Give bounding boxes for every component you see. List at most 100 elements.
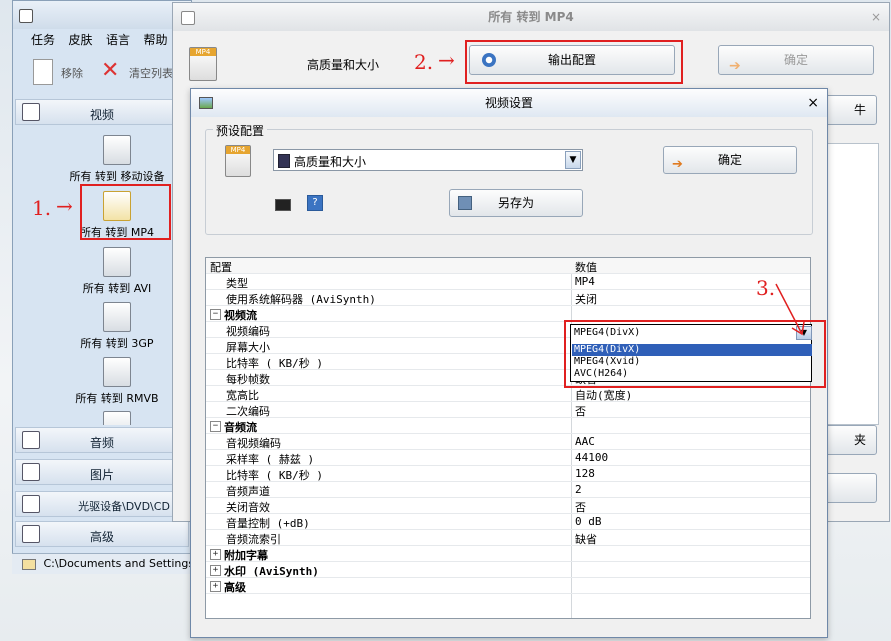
collapse-icon[interactable]: −: [210, 421, 221, 432]
grid-row[interactable]: − 音频流: [206, 418, 810, 434]
menu-bar: 任务 皮肤 语言 帮助: [13, 31, 191, 51]
avi-icon: [103, 247, 131, 277]
grid-row-name: 比特率 ( KB/秒 ): [226, 357, 323, 370]
preset-mp4-icon: MP4: [225, 145, 251, 177]
preset-select[interactable]: 高质量和大小 ▼: [273, 149, 583, 171]
annotation-box-1: [80, 184, 171, 240]
grid-row[interactable]: + 附加字幕: [206, 546, 810, 562]
annotation-2: 2.: [414, 50, 434, 74]
clear-label: 清空列表: [129, 67, 173, 80]
grid-row-name: 关闭音效: [226, 501, 270, 514]
grid-row-name: 比特率 ( KB/秒 ): [226, 469, 323, 482]
expand-icon[interactable]: +: [210, 565, 221, 576]
grid-row-name: 类型: [226, 277, 248, 290]
status-path: C:\Documents and Settings\My: [43, 557, 191, 570]
item-3gp[interactable]: 所有 转到 3GP: [43, 302, 191, 351]
main-title-bar: [13, 1, 191, 29]
mp4-badge: MP4: [190, 48, 216, 56]
expand-icon[interactable]: +: [210, 581, 221, 592]
app-icon: [19, 9, 33, 23]
save-as-label: 另存为: [497, 196, 534, 210]
video-dialog-title-bar: 视频设置 ×: [191, 89, 827, 117]
mobile-icon: [103, 135, 131, 165]
video-dialog-title: 视频设置: [484, 96, 533, 110]
collapse-icon[interactable]: −: [210, 309, 221, 320]
grid-row[interactable]: 采样率 ( 赫兹 ) 44100: [206, 450, 810, 466]
header-name: 配置: [210, 261, 232, 274]
annotation-arrow-2: →: [438, 48, 455, 72]
grid-row-value[interactable]: 0 dB: [575, 515, 602, 528]
config-title-bar: 所有 转到 MP4 ×: [173, 3, 889, 31]
grid-row[interactable]: 类型 MP4: [206, 274, 810, 290]
grid-row-name: 宽高比: [226, 389, 259, 402]
config-ok-button[interactable]: ➔ 确定: [718, 45, 874, 75]
help-icon[interactable]: ?: [307, 195, 323, 211]
dialog-ok-button[interactable]: ➔ 确定: [663, 146, 797, 174]
config-preset-name: 高质量和大小: [307, 58, 380, 72]
grid-row[interactable]: 音频流索引 缺省: [206, 530, 810, 546]
item-gif[interactable]: [43, 411, 191, 425]
grid-row[interactable]: 音视频编码 AAC: [206, 434, 810, 450]
grid-row-name: 高级: [224, 581, 246, 594]
grid-row-value[interactable]: 否: [575, 499, 586, 515]
grid-row-value[interactable]: 关闭: [575, 291, 597, 307]
grid-row[interactable]: 比特率 ( KB/秒 ) 128: [206, 466, 810, 482]
close-icon[interactable]: ×: [871, 3, 881, 31]
chevron-down-icon[interactable]: ▼: [565, 151, 581, 169]
remove-button[interactable]: 移除: [33, 59, 93, 87]
menu-skin[interactable]: 皮肤: [69, 31, 93, 48]
grid-header: 配置 数值: [206, 258, 810, 274]
config-ok-label: 确定: [783, 53, 808, 67]
annotation-box-3: [564, 320, 826, 388]
preset-select-value: 高质量和大小: [294, 155, 367, 169]
grid-row-value[interactable]: 128: [575, 467, 595, 480]
grid-row-value[interactable]: 44100: [575, 451, 608, 464]
3gp-icon: [103, 302, 131, 332]
grid-row[interactable]: 音量控制 (+dB) 0 dB: [206, 514, 810, 530]
grid-row[interactable]: 宽高比 自动(宽度): [206, 386, 810, 402]
grid-row-name: 视频编码: [226, 325, 270, 338]
side-text-1: 牛: [853, 103, 866, 117]
nav-video[interactable]: 视频: [15, 99, 189, 125]
menu-help[interactable]: 帮助: [144, 31, 168, 48]
grid-row-value[interactable]: 否: [575, 403, 586, 419]
grid-row[interactable]: 关闭音效 否: [206, 498, 810, 514]
grid-row-value[interactable]: 缺省: [575, 531, 597, 547]
item-mobile[interactable]: 所有 转到 移动设备: [43, 135, 191, 184]
grid-row-value[interactable]: 自动(宽度): [575, 387, 632, 403]
grid-row[interactable]: 使用系统解码器 (AviSynth) 关闭: [206, 290, 810, 306]
grid-row-value[interactable]: 2: [575, 483, 582, 496]
mp4-file-icon: MP4: [189, 47, 217, 81]
status-bar: C:\Documents and Settings\My: [12, 553, 190, 574]
grid-row[interactable]: + 高级: [206, 578, 810, 594]
rmvb-icon: [103, 357, 131, 387]
nav-audio[interactable]: 音频: [15, 427, 189, 453]
grid-row[interactable]: + 水印 (AviSynth): [206, 562, 810, 578]
grid-row[interactable]: 二次编码 否: [206, 402, 810, 418]
config-app-icon: [181, 11, 195, 25]
grid-row-name: 使用系统解码器 (AviSynth): [226, 293, 376, 306]
nav-video-label: 视频: [89, 108, 114, 122]
gif-icon: [103, 411, 131, 425]
nav-disc[interactable]: 光驱设备\DVD\CD: [15, 491, 189, 517]
header-value: 数值: [575, 261, 597, 274]
grid-row-name: 屏幕大小: [226, 341, 270, 354]
grid-row-name: 音频流索引: [226, 533, 281, 546]
grid-row-name: 二次编码: [226, 405, 270, 418]
menu-language[interactable]: 语言: [106, 31, 130, 48]
item-rmvb[interactable]: 所有 转到 RMVB: [43, 357, 191, 406]
arrow-right-icon: ➔: [729, 58, 741, 74]
nav-image[interactable]: 图片: [15, 459, 189, 485]
dialog-close-icon[interactable]: ×: [807, 89, 819, 117]
item-avi[interactable]: 所有 转到 AVI: [43, 247, 191, 296]
grid-row-value[interactable]: AAC: [575, 435, 595, 448]
cmd-icon[interactable]: [275, 199, 291, 211]
expand-icon[interactable]: +: [210, 549, 221, 560]
grid-row-name: 水印 (AviSynth): [224, 565, 319, 578]
menu-task[interactable]: 任务: [31, 31, 55, 48]
nav-advanced[interactable]: 高级: [15, 521, 189, 547]
grid-row[interactable]: 音频声道 2: [206, 482, 810, 498]
save-icon: [458, 196, 472, 210]
grid-row-value[interactable]: MP4: [575, 275, 595, 288]
save-as-button[interactable]: 另存为: [449, 189, 583, 217]
